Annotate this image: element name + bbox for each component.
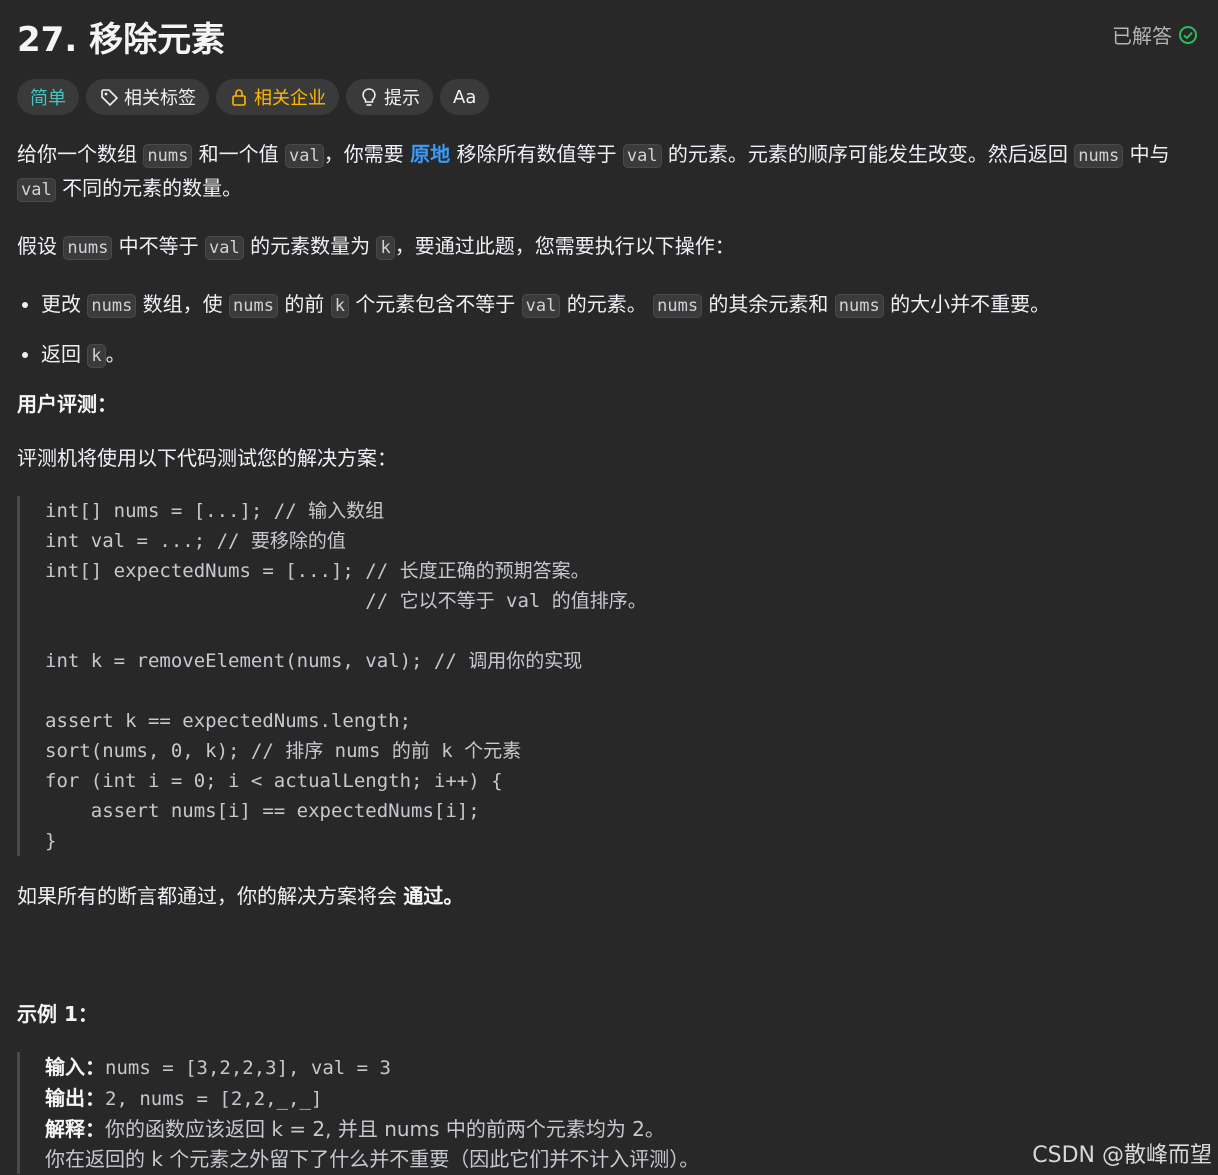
code-val: val	[17, 178, 56, 202]
lock-icon	[232, 89, 246, 106]
translate-button[interactable]: Aa	[440, 79, 490, 115]
lightbulb-icon	[362, 88, 376, 106]
output-value: 2, nums = [2,2,_,_]	[105, 1088, 323, 1110]
code-val: val	[521, 294, 561, 318]
list-item: 更改 nums 数组，使 nums 的前 k 个元素包含不等于 val 的元素。…	[41, 288, 1207, 322]
tag-bar: 简单 相关标签 相关企业 提示 Aa	[17, 79, 490, 115]
code-nums: nums	[1074, 144, 1124, 168]
code-k: k	[376, 236, 395, 260]
difficulty-tag[interactable]: 简单	[17, 79, 79, 115]
code-nums: nums	[87, 294, 137, 318]
explain-text: 你的函数应该返回 k = 2, 并且 nums 中的前两个元素均为 2。	[105, 1117, 665, 1141]
solved-label: 已解答	[1112, 24, 1172, 48]
code-val: val	[285, 144, 324, 168]
pass-bold: 通过。	[403, 884, 464, 908]
in-place-link[interactable]: 原地	[410, 142, 450, 166]
code-k: k	[330, 294, 349, 318]
code-nums: nums	[63, 236, 113, 260]
code-val: val	[205, 236, 244, 260]
tag-icon	[101, 89, 119, 107]
code-nums: nums	[834, 294, 884, 318]
judge-heading: 用户评测：	[17, 392, 117, 416]
code-nums: nums	[653, 294, 703, 318]
example-heading: 示例 1：	[17, 1002, 98, 1026]
input-value: nums = [3,2,2,3], val = 3	[105, 1057, 391, 1079]
judge-code-block: int[] nums = [...]; // 输入数组 int val = ..…	[17, 496, 1207, 856]
output-label: 输出：	[45, 1086, 105, 1110]
csdn-watermark: CSDN @散峰而望	[1032, 1143, 1212, 1168]
code-nums: nums	[143, 144, 193, 168]
related-tags-label: 相关标签	[124, 88, 196, 109]
desc-paragraph-1: 给你一个数组 nums 和一个值 val ，你需要 原地 移除所有数值等于 val…	[17, 142, 1170, 202]
solved-status: 已解答	[1112, 20, 1198, 49]
requirements-list: 更改 nums 数组，使 nums 的前 k 个元素包含不等于 val 的元素。…	[17, 288, 1207, 372]
code-val: val	[622, 144, 662, 168]
problem-description: 给你一个数组 nums 和一个值 val ，你需要 原地 移除所有数值等于 val…	[17, 138, 1207, 1174]
check-circle-icon	[1179, 25, 1197, 44]
hint-label: 提示	[384, 88, 420, 109]
desc-paragraph-2: 假设 nums 中不等于 val 的元素数量为 k ，要通过此题，您需要执行以下操…	[17, 234, 735, 260]
judge-intro: 评测机将使用以下代码测试您的解决方案：	[17, 446, 397, 470]
related-companies-label: 相关企业	[254, 88, 326, 109]
explain-label: 解释：	[45, 1117, 105, 1141]
input-label: 输入：	[45, 1055, 105, 1079]
translate-icon: Aa	[453, 86, 477, 108]
hint-button[interactable]: 提示	[346, 79, 433, 115]
related-companies-button[interactable]: 相关企业	[216, 79, 339, 115]
difficulty-label: 简单	[30, 88, 66, 109]
problem-title: 27. 移除元素	[17, 20, 226, 60]
pass-paragraph: 如果所有的断言都通过，你的解决方案将会 通过。	[17, 884, 464, 908]
code-nums: nums	[229, 294, 278, 318]
code-k: k	[87, 344, 106, 368]
related-tags-button[interactable]: 相关标签	[86, 79, 209, 115]
example-block: 输入：nums = [3,2,2,3], val = 3 输出：2, nums …	[17, 1052, 1207, 1174]
list-item: 返回 k。	[41, 338, 1207, 372]
